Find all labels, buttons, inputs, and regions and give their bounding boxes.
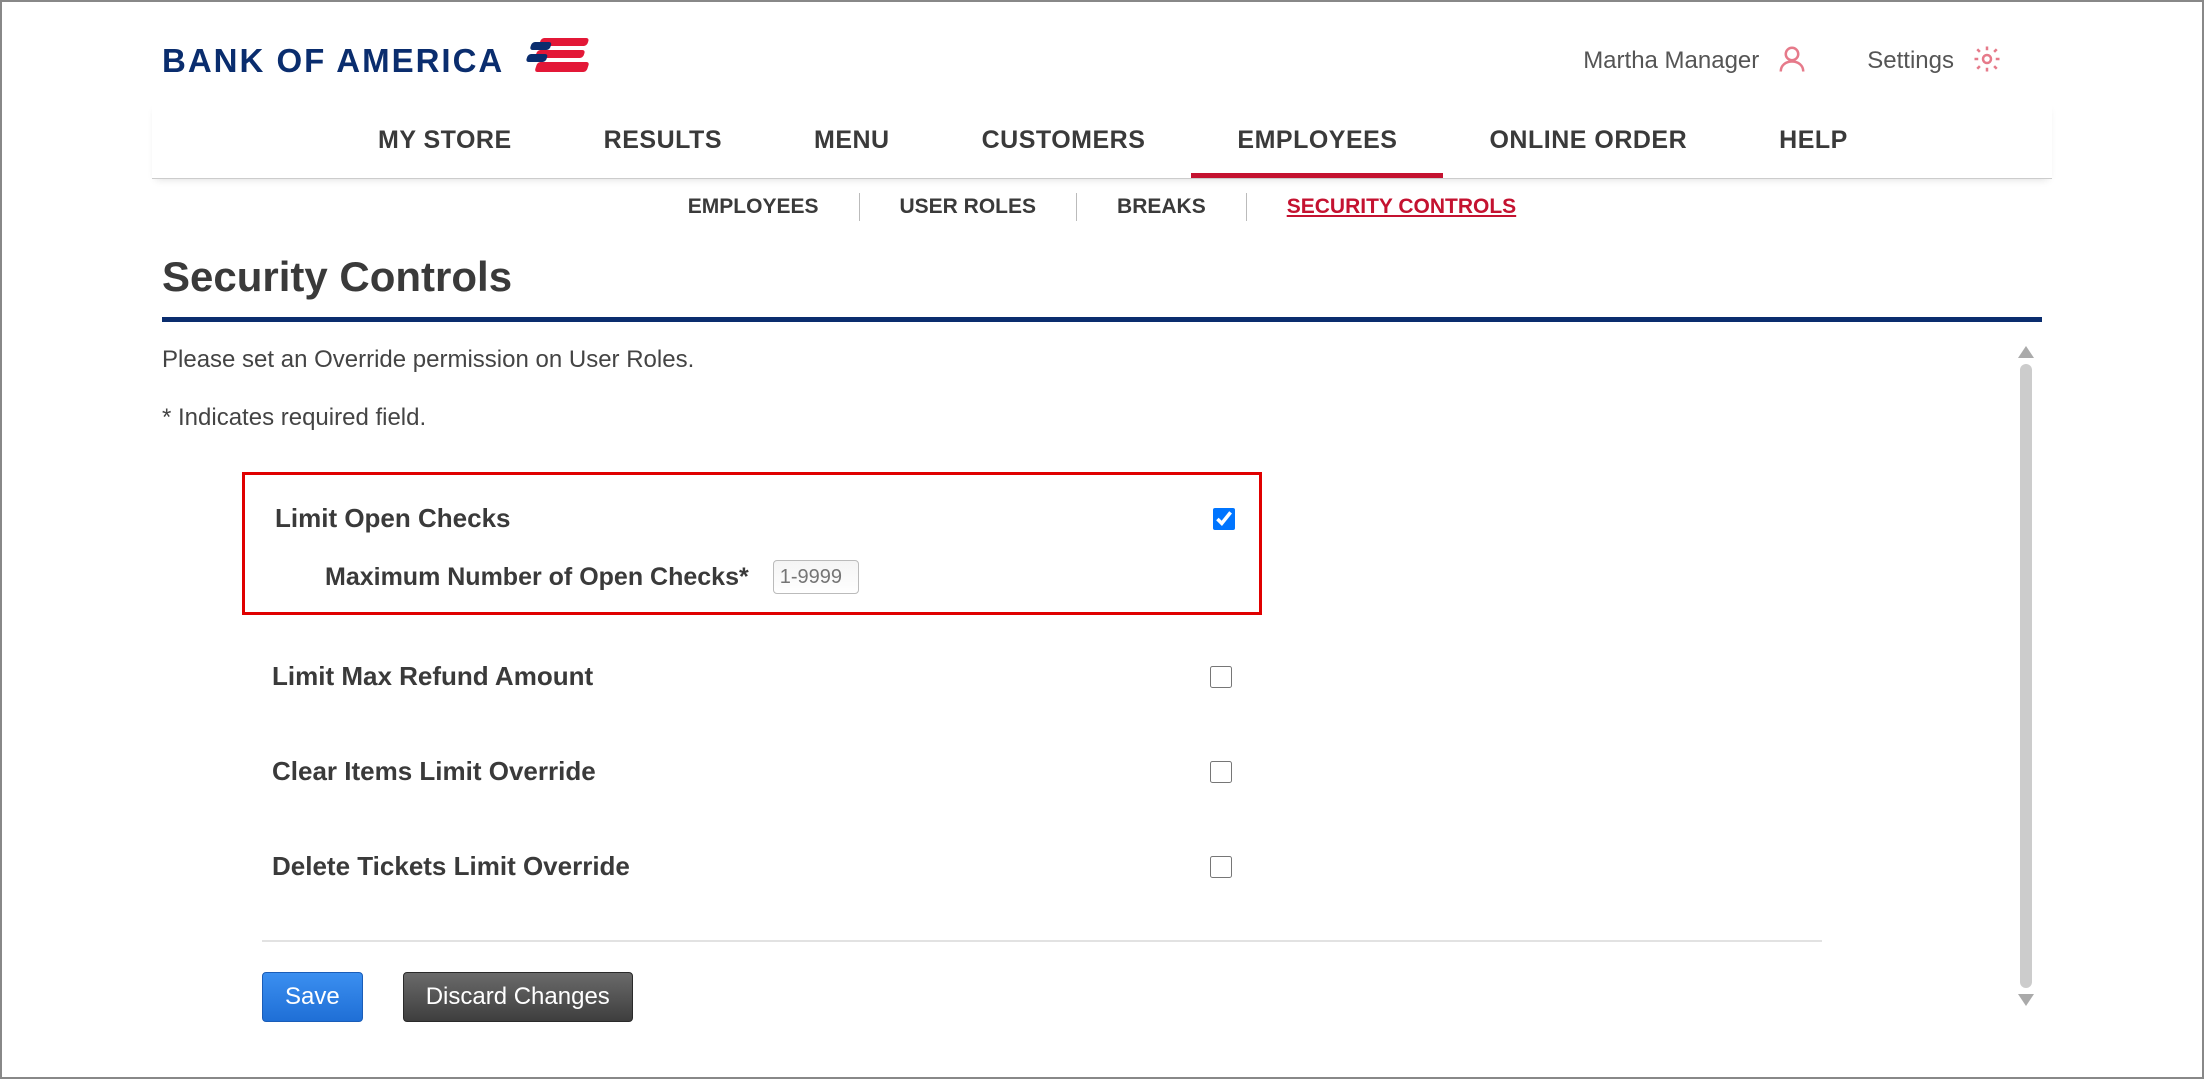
subnav-breaks[interactable]: BREAKS (1077, 193, 1247, 221)
clear-items-row: Clear Items Limit Override (262, 738, 1242, 805)
options-block: Limit Open Checks Maximum Number of Open… (162, 472, 1782, 1022)
max-open-checks-row: Maximum Number of Open Checks* (245, 560, 1259, 594)
clear-items-checkbox[interactable] (1210, 761, 1232, 783)
subnav-employees[interactable]: EMPLOYEES (648, 193, 860, 221)
limit-max-refund-row: Limit Max Refund Amount (262, 643, 1242, 710)
max-open-checks-label: Maximum Number of Open Checks* (325, 563, 749, 592)
nav-menu[interactable]: MENU (768, 102, 936, 178)
required-note: * Indicates required field. (162, 404, 1982, 432)
page-title: Security Controls (162, 237, 2042, 322)
nav-customers[interactable]: CUSTOMERS (936, 102, 1192, 178)
nav-online-order[interactable]: ONLINE ORDER (1443, 102, 1733, 178)
limit-open-checks-checkbox[interactable] (1213, 508, 1235, 530)
save-button[interactable]: Save (262, 972, 363, 1022)
sub-nav: EMPLOYEES USER ROLES BREAKS SECURITY CON… (152, 179, 2052, 231)
limit-open-checks-label: Limit Open Checks (275, 503, 511, 534)
scroll-track[interactable] (2020, 364, 2032, 988)
main-nav: MY STORE RESULTS MENU CUSTOMERS EMPLOYEE… (152, 102, 2052, 179)
nav-employees[interactable]: EMPLOYEES (1191, 102, 1443, 178)
max-open-checks-input[interactable] (773, 560, 859, 594)
nav-results[interactable]: RESULTS (558, 102, 768, 178)
gear-icon[interactable] (1972, 44, 2002, 79)
limit-max-refund-label: Limit Max Refund Amount (272, 661, 593, 692)
brand-wordmark: BANK OF AMERICA (162, 42, 504, 80)
scroll-region: Please set an Override permission on Use… (162, 346, 2042, 1006)
scrollbar[interactable] (2016, 346, 2036, 1006)
delete-tickets-label: Delete Tickets Limit Override (272, 851, 630, 882)
delete-tickets-checkbox[interactable] (1210, 856, 1232, 878)
intro-text: Please set an Override permission on Use… (162, 346, 1982, 374)
discard-button[interactable]: Discard Changes (403, 972, 633, 1022)
scroll-up-icon[interactable] (2018, 346, 2034, 358)
brand-logo: BANK OF AMERICA (162, 36, 600, 87)
limit-max-refund-checkbox[interactable] (1210, 666, 1232, 688)
user-name[interactable]: Martha Manager (1583, 47, 1759, 75)
separator (262, 940, 1822, 942)
limit-open-checks-row: Limit Open Checks (265, 485, 1245, 552)
nav-my-store[interactable]: MY STORE (332, 102, 558, 178)
topbar: BANK OF AMERICA Martha Man (152, 2, 2052, 102)
subnav-security-controls[interactable]: SECURITY CONTROLS (1247, 193, 1556, 221)
button-row: Save Discard Changes (262, 972, 1782, 1022)
scroll-down-icon[interactable] (2018, 994, 2034, 1006)
user-icon[interactable] (1777, 44, 1807, 79)
user-area: Martha Manager Settings (1583, 44, 2002, 79)
settings-link[interactable]: Settings (1867, 47, 1954, 75)
subnav-user-roles[interactable]: USER ROLES (860, 193, 1078, 221)
flag-icon (520, 36, 600, 87)
delete-tickets-row: Delete Tickets Limit Override (262, 833, 1242, 900)
limit-open-checks-highlight: Limit Open Checks Maximum Number of Open… (242, 472, 1262, 615)
nav-help[interactable]: HELP (1733, 102, 1894, 178)
clear-items-label: Clear Items Limit Override (272, 756, 596, 787)
